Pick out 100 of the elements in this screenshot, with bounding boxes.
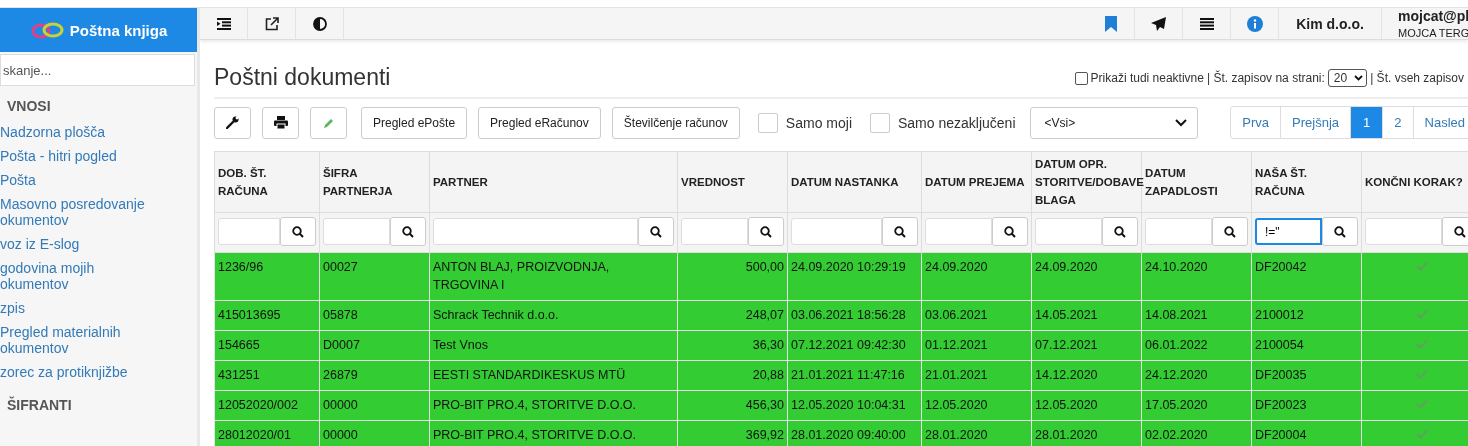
table-cell: 28012020/01 [218,428,291,442]
column-header[interactable]: ŠIFRA PARTNERJA [319,151,430,213]
sidebar-item[interactable]: voz iz E-slog [0,233,160,257]
page-link[interactable]: 1 [1351,107,1384,138]
company-name[interactable]: Kim d.o.o. [1279,8,1382,39]
filter-field[interactable] [925,218,992,245]
table-cell: 17.05.2020 [1145,398,1208,412]
checkbox-label: Samo nezaključeni [898,114,1016,131]
table-cell: 03.06.2021 18:56:28 [791,308,906,322]
column-header[interactable]: VREDNOST [677,151,788,213]
table-cell: 01.12.2021 [925,338,988,352]
search-icon [1454,225,1466,238]
search-icon [894,225,906,238]
search-icon [1004,225,1016,238]
table-cell: 24.09.2020 10:29:19 [791,260,906,274]
table-cell: 24.10.2020 [1145,260,1208,274]
table-cell: 12.05.2020 [1035,398,1098,412]
table-cell: 14.05.2021 [1035,308,1098,322]
search-button[interactable] [638,217,674,246]
chevron-down-icon [1354,75,1364,81]
chevron-down-icon [1174,118,1187,127]
table-cell: 07.12.2021 [1035,338,1098,352]
sidebar-item[interactable]: Pošta [0,169,160,193]
print-button[interactable] [262,106,299,139]
search-button[interactable] [280,217,316,246]
page-link[interactable]: 2 [1383,107,1414,138]
table-cell: 456,30 [745,398,784,412]
table-cell: 1236/96 [218,260,264,274]
status-select[interactable]: <Vsi> [1029,106,1198,139]
filter-field[interactable]: !=" [1255,218,1322,245]
table-cell: 36,30 [752,338,784,352]
table-cell: 2100012 [1255,308,1304,322]
table-cell: 12.05.2020 10:04:31 [791,398,906,412]
search-button[interactable] [1102,217,1138,246]
table-cell: 12.05.2020 [925,398,988,412]
table-cell: 12052020/002 [218,398,298,412]
filter-field[interactable] [1035,218,1102,245]
table-cell: 21.01.2021 [925,368,988,382]
filter-field[interactable] [791,218,882,245]
column-header[interactable]: PARTNER [429,151,678,213]
search-button[interactable] [882,217,918,246]
toolbar-button[interactable]: Številčenje računov [611,106,740,139]
column-header[interactable]: NAŠA ŠT. RAČUNA [1251,151,1362,213]
user-name: MOJCA TERG [1398,27,1468,39]
filter-field[interactable] [323,218,390,245]
table-cell: 03.06.2021 [925,308,988,322]
table-cell: DF20035 [1255,368,1307,382]
search-icon [292,225,304,238]
filter-field[interactable] [1365,218,1442,245]
section-heading[interactable]: VNOSI [7,98,197,114]
user-email[interactable]: mojcat@pl [1398,8,1468,24]
search-button[interactable] [1212,217,1248,246]
table-cell: 14.12.2020 [1035,368,1098,382]
table-cell: 24.09.2020 [925,260,988,274]
table-cell: 00027 [323,260,358,274]
table-cell: 20,88 [752,368,784,382]
search-icon [1334,225,1346,238]
column-header[interactable]: DOB. ŠT. RAČUNA [214,151,320,213]
search-field[interactable]: skanje... [0,54,195,86]
page-link[interactable]: Nasled [1413,107,1468,138]
search-button[interactable] [390,217,426,246]
search-icon [1224,225,1236,238]
wrench-icon [226,116,239,129]
column-header[interactable]: KONČNI KORAK? [1361,151,1468,213]
table-cell: 2100054 [1255,338,1304,352]
checkbox[interactable] [1074,71,1088,85]
search-button[interactable] [1442,217,1468,246]
checkbox-label: Samo moji [785,114,852,131]
table-cell: 02.02.2020 [1145,428,1208,442]
wrench-button[interactable] [214,106,251,139]
filter-field[interactable] [218,218,280,245]
table-cell: 248,07 [745,308,784,322]
table-cell: D0007 [323,338,360,352]
section-heading[interactable]: ŠIFRANTI [7,397,197,413]
table-cell: 21.01.2021 11:47:16 [791,368,905,382]
column-header[interactable]: DATUM PREJEMA [921,151,1032,213]
sidebar-item[interactable]: Nadzorna plošča [0,121,160,145]
column-header[interactable]: DATUM OPR. STORITVE/DOBAVE BLAGA [1031,151,1142,213]
table-cell: PRO-BIT PRO.4, STORITVE D.O.O. [433,398,637,412]
search-button[interactable] [748,217,784,246]
search-button[interactable] [1322,217,1358,246]
table-cell: 24.09.2020 [1035,260,1098,274]
toolbar-button[interactable]: Pregled ePošte [361,106,468,139]
table-cell: 28.01.2020 [1035,428,1098,442]
sidebar-item[interactable]: Pošta - hitri pogled [0,145,160,169]
filter-field[interactable] [681,218,748,245]
sidebar-item[interactable]: godovina mojih okumentov [0,257,160,297]
filter-field[interactable] [433,218,638,245]
sidebar-item[interactable]: zpis [0,297,160,321]
sidebar-item[interactable]: Pregled materialnih okumentov [0,321,160,361]
toolbar-button[interactable]: Pregled eRačunov [478,106,601,139]
column-header[interactable]: DATUM NASTANKA [787,151,922,213]
table-cell: DF20023 [1255,398,1307,412]
per-page-select[interactable]: 20 [1327,69,1368,87]
search-button[interactable] [992,217,1028,246]
filter-field[interactable] [1145,218,1212,245]
sidebar-item[interactable]: Masovno posredovanje okumentov [0,193,160,233]
page-link[interactable]: Prva [1231,107,1282,138]
brand-bar[interactable]: Poštna knjiga [0,8,197,52]
sidebar-item[interactable]: zorec za protiknjižbe [0,361,160,385]
